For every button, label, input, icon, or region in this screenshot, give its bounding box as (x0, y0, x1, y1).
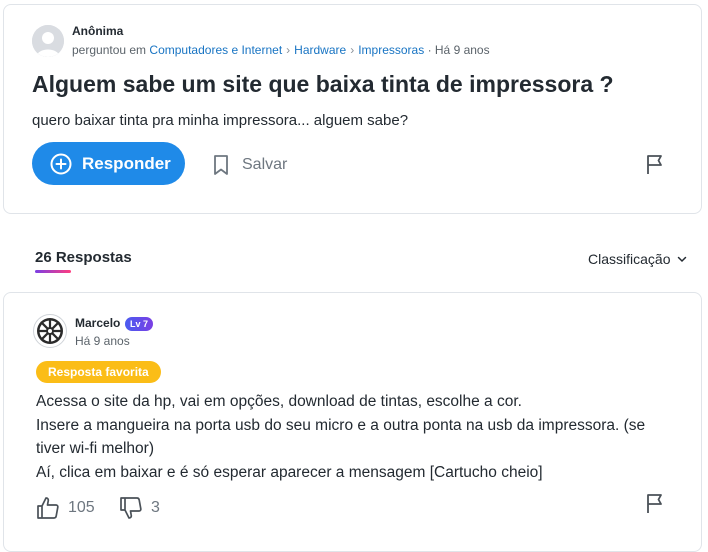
answers-count: 26 Respostas (35, 249, 132, 266)
sort-label: Classificação (588, 251, 671, 267)
empire-avatar-icon[interactable] (33, 314, 67, 348)
dislike-count: 3 (151, 499, 160, 516)
breadcrumb-hardware[interactable]: Hardware (294, 43, 346, 57)
answer-body: Acessa o site da hp, vai em opções, down… (36, 390, 676, 484)
flag-icon[interactable] (644, 492, 666, 514)
answer-button[interactable]: Responder (32, 142, 185, 185)
chevron-right-icon: › (350, 43, 355, 57)
question-title: Alguem sabe um site que baixa tinta de i… (32, 71, 614, 97)
sort-dropdown[interactable]: Classificação (588, 251, 688, 267)
answer-line: Insere a mangueira na porta usb do seu m… (36, 416, 646, 458)
dislike-button[interactable]: 3 (119, 496, 160, 520)
plus-circle-icon (50, 153, 72, 175)
like-button[interactable]: 105 (36, 496, 95, 520)
save-button-label: Salvar (242, 156, 288, 173)
favorite-answer-badge: Resposta favorita (36, 361, 161, 383)
flag-icon[interactable] (644, 153, 666, 175)
like-count: 105 (68, 499, 95, 516)
question-author[interactable]: Anônima (72, 24, 123, 38)
asked-label: perguntou em (72, 43, 147, 57)
question-time: · Há 9 anos (427, 43, 490, 57)
thumbs-down-icon (119, 496, 143, 520)
question-meta: perguntou em Computadores e Internet › Har… (72, 43, 490, 57)
save-button[interactable]: Salvar (212, 152, 287, 178)
chevron-right-icon: › (286, 43, 291, 57)
question-body: quero baixar tinta pra minha impressora.… (32, 112, 409, 129)
breadcrumb-impressoras[interactable]: Impressoras (358, 43, 424, 57)
answer-author[interactable]: Marcelo (75, 316, 120, 330)
answer-time: Há 9 anos (75, 334, 130, 348)
answer-line: Acessa o site da hp, vai em opções, down… (36, 393, 522, 410)
level-badge: Lv 7 (125, 317, 154, 331)
bookmark-icon (212, 154, 230, 176)
anonymous-avatar-icon[interactable] (32, 25, 64, 57)
answer-line: Aí, clica em baixar e é só esperar apare… (36, 463, 543, 481)
answer-button-label: Responder (82, 153, 171, 173)
thumbs-up-icon (36, 496, 60, 520)
chevron-down-icon (676, 253, 688, 265)
breadcrumb-computadores[interactable]: Computadores e Internet (149, 43, 282, 57)
answers-tab-underline (35, 270, 71, 273)
